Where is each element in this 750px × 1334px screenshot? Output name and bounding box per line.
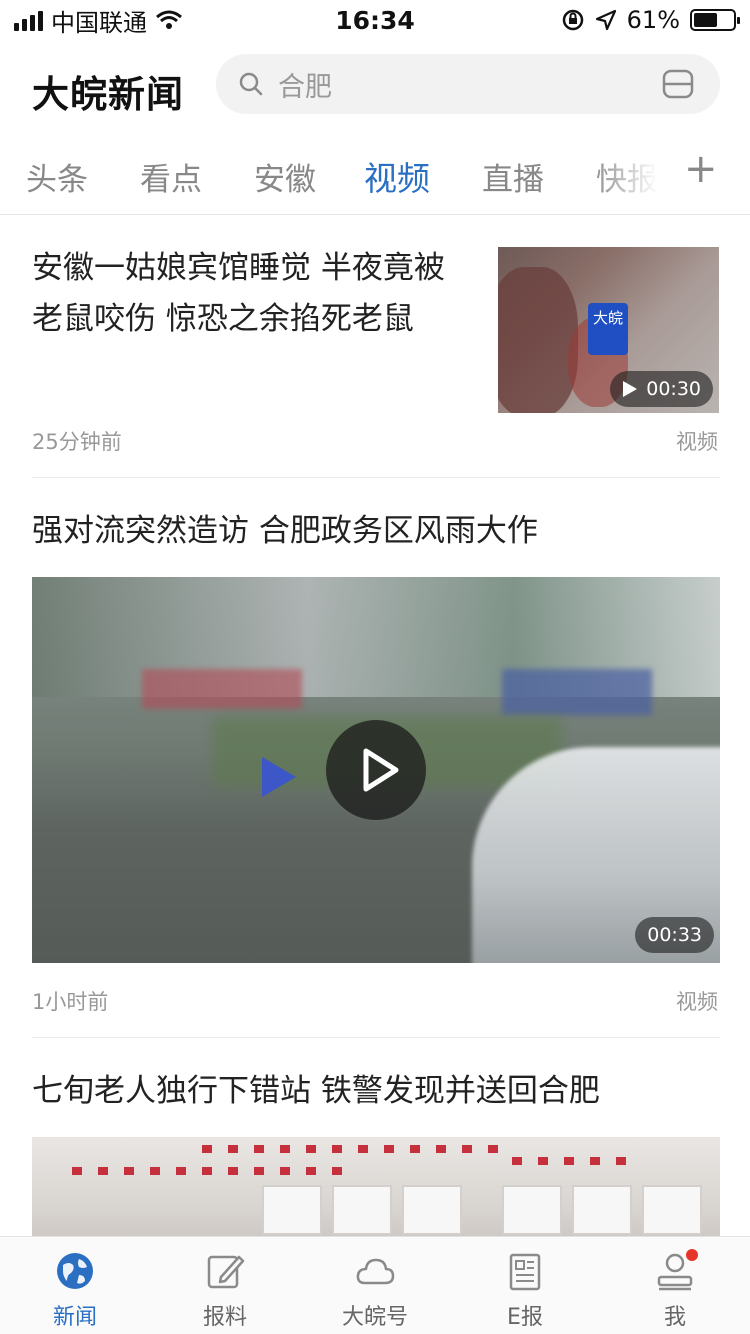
article-title[interactable]: 七旬老人独行下错站 铁警发现并送回合肥 <box>32 1066 720 1117</box>
tab-anhui[interactable]: 安徽 <box>254 154 316 199</box>
nav-news[interactable]: 新闻 <box>0 1237 150 1334</box>
article-title[interactable]: 强对流突然造访 合肥政务区风雨大作 <box>32 506 720 557</box>
article-category: 视频 <box>676 990 718 1014</box>
nav-label: 报料 <box>202 1305 247 1330</box>
nav-dawanhao[interactable]: 大皖号 <box>300 1237 450 1334</box>
nav-label: 大皖号 <box>341 1305 408 1330</box>
nav-me[interactable]: 我 <box>600 1237 750 1334</box>
channel-tabs: 头条 看点 安徽 视频 直播 快报 + <box>0 140 750 210</box>
duration-badge: 00:33 <box>635 917 714 953</box>
battery-percent: 61% <box>626 6 680 34</box>
search-placeholder: 合肥 <box>278 71 332 103</box>
play-icon <box>363 748 399 792</box>
newspaper-icon <box>509 1253 541 1291</box>
tab-fade <box>590 140 670 210</box>
header: 大皖新闻 合肥 <box>0 50 750 120</box>
battery-icon <box>690 9 740 31</box>
app-title: 大皖新闻 <box>32 73 184 116</box>
article-title[interactable]: 安徽一姑娘宾馆睡觉 半夜竟被老鼠咬伤 惊恐之余掐死老鼠 <box>32 243 472 345</box>
dawan-logo: 大皖 <box>588 303 628 355</box>
cloud-icon <box>356 1258 395 1285</box>
scan-icon[interactable] <box>662 68 694 100</box>
tab-live[interactable]: 直播 <box>482 154 544 199</box>
notification-dot <box>686 1249 698 1261</box>
nav-label: 新闻 <box>52 1305 97 1330</box>
article-thumbnail[interactable]: 大皖 00:30 <box>498 247 719 413</box>
duration-badge: 00:30 <box>610 371 713 407</box>
add-channel-button[interactable]: + <box>684 146 718 192</box>
article-time: 1小时前 <box>32 990 109 1014</box>
search-input[interactable]: 合肥 <box>216 54 720 114</box>
orientation-lock-icon <box>562 9 583 31</box>
tab-toutiao[interactable]: 头条 <box>26 154 88 199</box>
divider <box>32 477 720 478</box>
bottom-nav: 新闻 报料 大皖号 E报 我 <box>0 1236 750 1334</box>
play-icon <box>623 381 638 397</box>
nav-label: E报 <box>507 1305 543 1330</box>
tabs-divider <box>0 214 750 215</box>
location-icon <box>595 9 616 31</box>
article-time: 25分钟前 <box>32 430 122 454</box>
nav-report[interactable]: 报料 <box>150 1237 300 1334</box>
divider <box>32 1037 720 1038</box>
globe-icon <box>57 1253 93 1289</box>
search-icon <box>239 72 263 96</box>
status-bar: 中国联通 16:34 61% <box>0 0 750 40</box>
tab-kandian[interactable]: 看点 <box>140 154 202 199</box>
edit-icon <box>207 1255 245 1289</box>
nav-epaper[interactable]: E报 <box>450 1237 600 1334</box>
tab-video[interactable]: 视频 <box>364 152 430 200</box>
article-category: 视频 <box>676 430 718 454</box>
nav-label: 我 <box>663 1305 686 1330</box>
play-button[interactable] <box>326 720 426 820</box>
video-player[interactable]: 00:33 <box>32 577 720 963</box>
